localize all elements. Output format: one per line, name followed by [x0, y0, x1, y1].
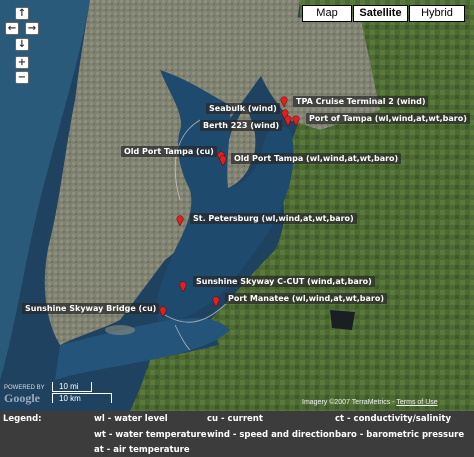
scale-miles: 10 mi — [59, 382, 79, 391]
station-marker-icon[interactable] — [280, 96, 288, 107]
station-label-old-port-tampa[interactable]: Old Port Tampa (wl,wind,at,wt,baro) — [231, 153, 402, 164]
pan-right-button[interactable]: → — [25, 22, 39, 35]
imagery-copyright: Imagery ©2007 TerraMetrics - Terms of Us… — [302, 399, 438, 406]
station-marker-icon[interactable] — [176, 215, 184, 226]
legend-title: Legend: — [3, 414, 42, 424]
legend-item-cu: cu - current — [207, 414, 263, 424]
station-marker-icon[interactable] — [284, 115, 292, 126]
pan-down-button[interactable]: ↓ — [15, 38, 29, 51]
google-logo[interactable]: Google — [4, 392, 40, 405]
map-type-map-button[interactable]: Map — [302, 5, 352, 22]
satellite-map[interactable]: ↑ ← → ↓ + − Map Satellite Hybrid TPA Cru… — [0, 0, 474, 411]
legend-item-baro: baro - barometric pressure — [335, 430, 465, 440]
station-marker-icon[interactable] — [219, 155, 227, 166]
satellite-imagery — [0, 0, 474, 411]
copyright-text: Imagery ©2007 TerraMetrics — [302, 399, 391, 406]
station-marker-icon[interactable] — [212, 296, 220, 307]
station-marker-icon[interactable] — [179, 281, 187, 292]
station-label-old-port-tampa-cu[interactable]: Old Port Tampa (cu) — [121, 146, 217, 157]
zoom-in-button[interactable]: + — [15, 56, 29, 69]
station-label-st-petersburg[interactable]: St. Petersburg (wl,wind,at,wt,baro) — [190, 213, 357, 224]
legend-item-wt: wt - water temperature — [94, 430, 207, 440]
station-label-berth-223[interactable]: Berth 223 (wind) — [200, 120, 283, 131]
zoom-out-button[interactable]: − — [15, 71, 29, 84]
legend-item-wind: wind - speed and direction — [207, 430, 335, 440]
station-label-port-of-tampa[interactable]: Port of Tampa (wl,wind,at,wt,baro) — [306, 113, 470, 124]
station-label-port-manatee[interactable]: Port Manatee (wl,wind,at,wt,baro) — [225, 293, 387, 304]
legend-item-ct: ct - conductivity/salinity — [335, 414, 451, 424]
station-label-tpa-cruise-terminal[interactable]: TPA Cruise Terminal 2 (wind) — [293, 96, 429, 107]
station-marker-icon[interactable] — [159, 306, 167, 317]
terms-of-use-link[interactable]: Terms of Use — [396, 399, 437, 406]
legend-item-wl: wl - water level — [94, 414, 168, 424]
scale-km: 10 km — [59, 394, 81, 403]
station-marker-icon[interactable] — [292, 115, 300, 126]
legend-panel: Legend: wl - water level cu - current ct… — [0, 411, 474, 457]
pan-left-button[interactable]: ← — [5, 22, 19, 35]
map-type-hybrid-button[interactable]: Hybrid — [409, 5, 465, 22]
station-label-sunshine-skyway-c-cut[interactable]: Sunshine Skyway C-CUT (wind,at,baro) — [193, 276, 375, 287]
map-type-satellite-button[interactable]: Satellite — [353, 5, 408, 22]
station-label-sunshine-skyway-bridge[interactable]: Sunshine Skyway Bridge (cu) — [22, 303, 160, 314]
pan-up-button[interactable]: ↑ — [15, 7, 29, 20]
legend-item-at: at - air temperature — [94, 445, 190, 455]
station-label-seabulk[interactable]: Seabulk (wind) — [206, 103, 280, 114]
